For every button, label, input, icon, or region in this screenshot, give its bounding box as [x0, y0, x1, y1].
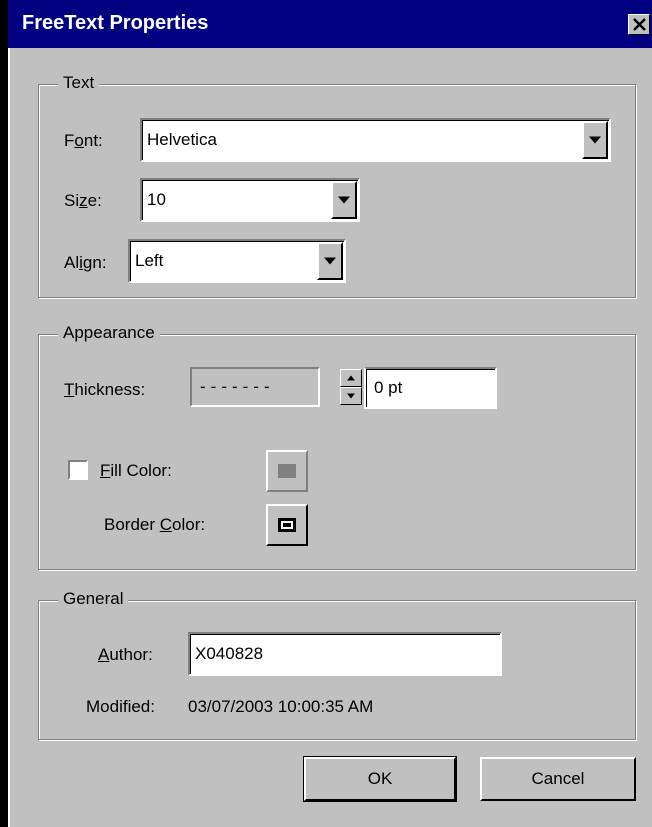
fill-color-checkbox[interactable] [68, 460, 88, 480]
thickness-label: Thickness: [64, 380, 146, 399]
align-value: Left [135, 251, 164, 270]
general-group-legend: General [58, 589, 129, 609]
thickness-input[interactable]: 0 pt [364, 367, 497, 409]
align-label: Align: [64, 253, 107, 272]
border-color-swatch [278, 518, 296, 532]
arrow-down-icon [347, 393, 355, 399]
size-dropdown[interactable]: 10 [140, 178, 360, 222]
thickness-line-style: ------- [190, 367, 320, 407]
chevron-down-icon [338, 196, 350, 204]
chevron-down-icon [324, 257, 336, 265]
modified-label: Modified: [86, 697, 155, 716]
cancel-button[interactable]: Cancel [480, 757, 636, 801]
align-dropdown[interactable]: Left [128, 239, 346, 283]
text-group-legend: Text [58, 73, 100, 93]
font-dropdown-button[interactable] [582, 121, 608, 159]
line-style-preview: ------- [200, 377, 275, 396]
align-dropdown-button[interactable] [317, 242, 343, 280]
font-value: Helvetica [147, 130, 217, 149]
font-label: Font: [64, 131, 103, 150]
window-border [0, 0, 8, 827]
spin-down-button[interactable] [340, 387, 362, 405]
appearance-group-legend: Appearance [58, 323, 160, 343]
fill-color-button[interactable] [266, 450, 308, 492]
properties-dialog: FreeText Properties Text Font: Helvetica… [0, 0, 652, 827]
thickness-spinner[interactable] [340, 369, 362, 405]
title-bar[interactable]: FreeText Properties [8, 0, 652, 48]
close-button[interactable] [628, 14, 650, 35]
modified-value: 03/07/2003 10:00:35 AM [188, 697, 374, 716]
size-value: 10 [147, 190, 166, 209]
chevron-down-icon [589, 136, 601, 144]
border-color-button[interactable] [266, 504, 308, 546]
author-label: Author: [98, 645, 153, 664]
spin-up-button[interactable] [340, 369, 362, 387]
fill-color-swatch [278, 464, 296, 478]
thickness-value: 0 pt [374, 378, 403, 397]
dialog-title: FreeText Properties [22, 12, 209, 34]
close-icon [633, 18, 646, 31]
font-dropdown[interactable]: Helvetica [140, 118, 611, 162]
window-border-highlight [8, 48, 10, 827]
author-value: X040828 [195, 644, 264, 663]
border-color-label: Border Color: [104, 515, 206, 534]
ok-button[interactable]: OK [303, 756, 457, 802]
size-dropdown-button[interactable] [331, 181, 357, 219]
author-input[interactable]: X040828 [188, 632, 502, 676]
arrow-up-icon [347, 375, 355, 381]
fill-color-label: Fill Color: [100, 461, 172, 480]
size-label: Size: [64, 191, 102, 210]
